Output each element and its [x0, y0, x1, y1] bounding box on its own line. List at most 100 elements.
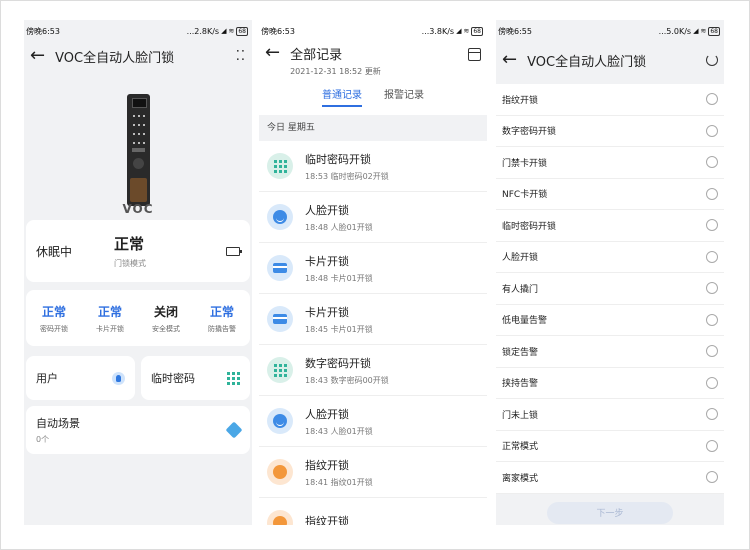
tab-alarm-records[interactable]: 报警记录	[384, 86, 424, 107]
auto-scene-card[interactable]: 自动场景 0个	[26, 406, 250, 454]
header: ← 全部记录 2021-12-31 18:52 更新	[259, 42, 487, 78]
option-hijack-alarm[interactable]: 挟持告警	[496, 368, 724, 399]
battery-icon: 68	[708, 26, 720, 36]
fingerprint-icon	[267, 459, 293, 485]
option-away-mode[interactable]: 离家模式	[496, 462, 724, 494]
lock-state-card[interactable]: 休眠中 正常 门锁模式	[26, 220, 250, 282]
radio-icon[interactable]	[706, 250, 718, 263]
radio-icon[interactable]	[706, 124, 718, 137]
list-item[interactable]: 指纹开锁 18:41 指纹01开锁	[259, 447, 487, 498]
lock-mode-value: 正常	[114, 235, 145, 253]
header: ← VOC全自动人脸门锁 ⁚⁚	[24, 42, 252, 70]
radio-icon[interactable]	[706, 408, 718, 421]
option-low-battery[interactable]: 低电量告警	[496, 305, 724, 336]
network-speed: ...3.8K/s	[421, 26, 455, 36]
signal-icon: ◢	[456, 27, 462, 35]
lock-image: VOC	[24, 70, 252, 220]
trigger-list: 指纹开锁 数字密码开锁 门禁卡开锁 NFC卡开锁 临时密码开锁 人脸开锁 有人撬…	[496, 84, 724, 494]
card-icon	[267, 306, 293, 332]
list-item[interactable]: 人脸开锁 18:48 人脸01开锁	[259, 192, 487, 243]
page-title: VOC全自动人脸门锁	[55, 50, 175, 66]
status-time: 傍晚6:53	[261, 26, 295, 36]
page-title: VOC全自动人脸门锁	[527, 54, 647, 70]
day-header: 今日 星期五	[259, 115, 487, 141]
battery-level-icon	[226, 246, 242, 256]
refresh-icon[interactable]	[706, 54, 718, 66]
battery-icon: 68	[236, 26, 248, 36]
option-temp-password[interactable]: 临时密码开锁	[496, 210, 724, 242]
mode-card[interactable]: 正常 卡片开锁	[82, 303, 138, 334]
tab-normal-records[interactable]: 普通记录	[322, 86, 362, 107]
radio-icon[interactable]	[706, 345, 718, 358]
mode-anti-pry[interactable]: 正常 防撬告警	[194, 303, 250, 334]
radio-icon[interactable]	[706, 313, 718, 326]
fingerprint-icon	[267, 510, 293, 525]
mode-summary: 正常 密码开锁 正常 卡片开锁 关闭 安全模式 正常 防撬告警	[26, 290, 250, 346]
lock-mode-label: 门锁模式	[114, 259, 146, 268]
temp-password-card[interactable]: 临时密码	[141, 356, 250, 400]
status-bar: 傍晚6:53 ...3.8K/s ◢ ≋ 68	[259, 20, 487, 42]
trigger-select-screen: 傍晚6:55 ...5.0K/s ◢ ≋ 68 ← VOC全自动人脸门锁 指纹开…	[496, 20, 724, 525]
header: ← VOC全自动人脸门锁	[496, 42, 724, 78]
option-nfc-card[interactable]: NFC卡开锁	[496, 179, 724, 210]
status-time: 傍晚6:53	[26, 26, 60, 36]
mode-safety[interactable]: 关闭 安全模式	[138, 303, 194, 334]
cube-icon	[225, 421, 243, 439]
option-access-card[interactable]: 门禁卡开锁	[496, 147, 724, 179]
page-title: 全部记录	[290, 48, 343, 63]
status-time: 傍晚6:55	[498, 26, 532, 36]
records-screen: 傍晚6:53 ...3.8K/s ◢ ≋ 68 ← 全部记录 2021-12-3…	[259, 20, 487, 525]
list-item[interactable]: 临时密码开锁 18:53 临时密码02开锁	[259, 141, 487, 192]
keypad-icon	[267, 357, 293, 383]
list-item[interactable]: 卡片开锁 18:48 卡片01开锁	[259, 243, 487, 294]
list-item[interactable]: 指纹开锁	[259, 498, 487, 525]
radio-icon[interactable]	[706, 187, 718, 200]
brand-logo: VOC	[122, 202, 154, 216]
network-speed: ...5.0K/s	[658, 26, 692, 36]
option-digital-password[interactable]: 数字密码开锁	[496, 116, 724, 147]
back-arrow-icon[interactable]: ←	[502, 51, 517, 69]
user-icon	[112, 371, 125, 385]
record-tabs: 普通记录 报警记录	[259, 86, 487, 107]
option-face[interactable]: 人脸开锁	[496, 242, 724, 273]
list-item[interactable]: 卡片开锁 18:45 卡片01开锁	[259, 294, 487, 345]
network-speed: ...2.8K/s	[186, 26, 220, 36]
status-bar: 傍晚6:53 ...2.8K/s ◢ ≋ 68	[24, 20, 252, 42]
lock-home-screen: 傍晚6:53 ...2.8K/s ◢ ≋ 68 ← VOC全自动人脸门锁 ⁚⁚ …	[24, 20, 252, 525]
keypad-icon	[267, 153, 293, 179]
face-icon	[267, 408, 293, 434]
wifi-icon: ≋	[228, 27, 235, 35]
status-bar: 傍晚6:55 ...5.0K/s ◢ ≋ 68	[496, 20, 724, 42]
door-lock-picture	[127, 94, 150, 206]
radio-icon[interactable]	[706, 439, 718, 452]
mode-password[interactable]: 正常 密码开锁	[26, 303, 82, 334]
radio-icon[interactable]	[706, 219, 718, 232]
more-icon[interactable]: ⁚⁚	[236, 49, 246, 64]
radio-icon[interactable]	[706, 93, 718, 106]
battery-icon: 68	[471, 26, 483, 36]
option-pry-door[interactable]: 有人撬门	[496, 273, 724, 305]
option-fingerprint[interactable]: 指纹开锁	[496, 84, 724, 116]
radio-icon[interactable]	[706, 156, 718, 169]
option-door-unlocked[interactable]: 门未上锁	[496, 399, 724, 431]
list-item[interactable]: 数字密码开锁 18:43 数字密码00开锁	[259, 345, 487, 396]
radio-icon[interactable]	[706, 282, 718, 295]
radio-icon[interactable]	[706, 376, 718, 389]
wifi-icon: ≋	[463, 27, 470, 35]
radio-icon[interactable]	[706, 471, 718, 484]
next-button[interactable]: 下一步	[547, 501, 673, 524]
users-card[interactable]: 用户	[26, 356, 135, 400]
update-time: 2021-12-31 18:52 更新	[290, 67, 381, 76]
card-icon	[267, 255, 293, 281]
option-lock-alarm[interactable]: 锁定告警	[496, 336, 724, 368]
sleep-status: 休眠中	[36, 244, 73, 259]
list-item[interactable]: 人脸开锁 18:43 人脸01开锁	[259, 396, 487, 447]
wifi-icon: ≋	[700, 27, 707, 35]
calendar-icon[interactable]	[468, 48, 481, 61]
option-normal-mode[interactable]: 正常模式	[496, 431, 724, 462]
back-arrow-icon[interactable]: ←	[265, 44, 280, 62]
signal-icon: ◢	[693, 27, 699, 35]
back-arrow-icon[interactable]: ←	[30, 47, 45, 65]
grid-icon	[227, 371, 240, 385]
face-icon	[267, 204, 293, 230]
